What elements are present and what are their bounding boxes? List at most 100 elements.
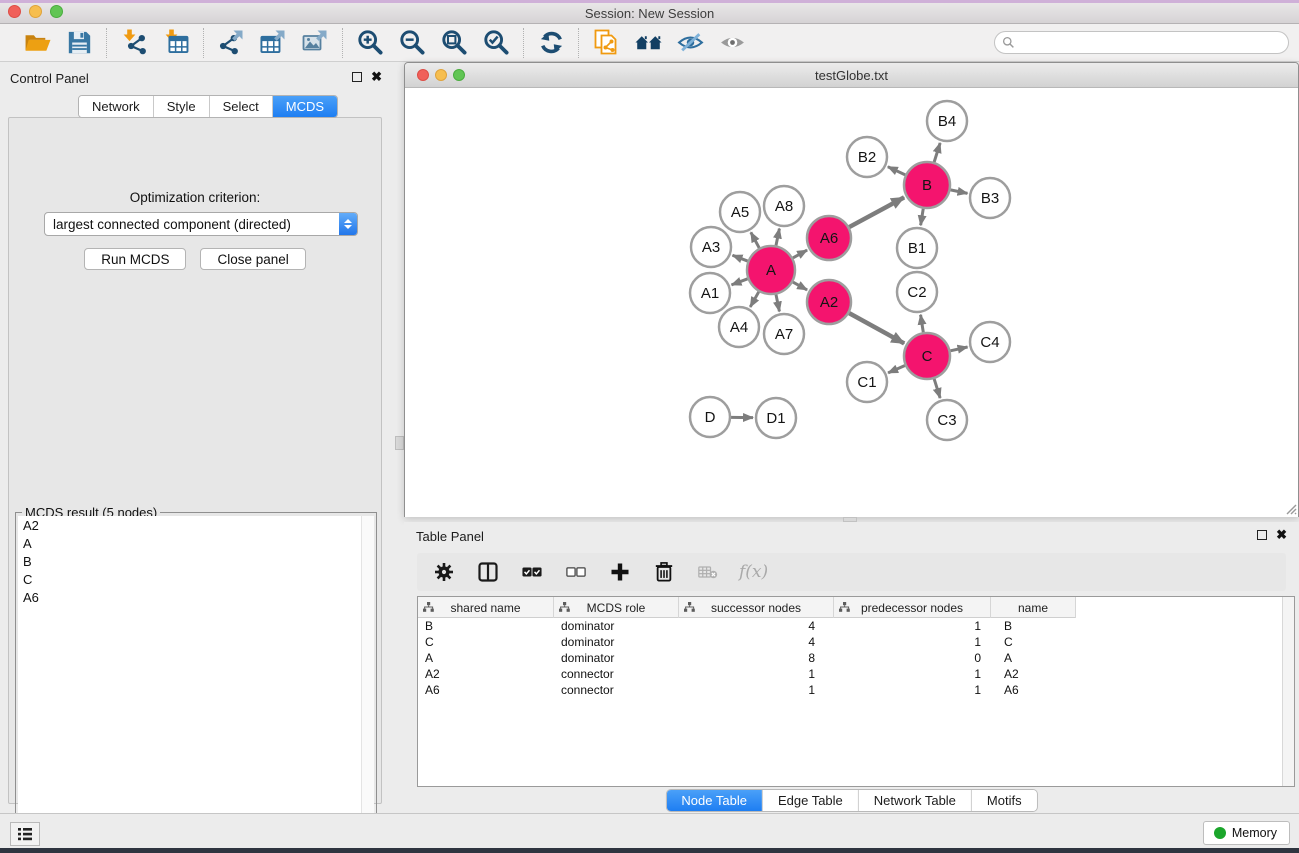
show-eye-button[interactable] (715, 27, 749, 59)
node-label-A1: A1 (701, 285, 719, 302)
table-row[interactable]: A2connector11A2 (418, 666, 1294, 682)
export-table-button[interactable] (256, 27, 290, 59)
mcds-result-item[interactable]: A (18, 534, 374, 552)
import-network-button[interactable] (117, 27, 151, 59)
edge-C-C4[interactable] (950, 347, 967, 351)
table-row[interactable]: Bdominator41B (418, 618, 1294, 634)
export-image-button[interactable] (298, 27, 332, 59)
edge-A-A2[interactable] (793, 282, 807, 290)
columns-button[interactable] (473, 557, 503, 587)
column-header-name[interactable]: name (991, 597, 1076, 618)
deselect-all-icon (566, 562, 586, 582)
cell-name: C (991, 634, 1076, 650)
close-panel-button[interactable]: Close panel (200, 248, 305, 270)
edge-A-A1[interactable] (732, 279, 748, 285)
add-button[interactable] (605, 557, 635, 587)
hide-eye-button[interactable] (673, 27, 707, 59)
zoom-in-icon (357, 29, 384, 56)
cell-MCDS-role: dominator (554, 618, 679, 634)
table-panel: Table Panel ✖ f(x) shared nameMCDS roles… (404, 522, 1299, 813)
node-label-C: C (922, 348, 933, 365)
edge-B-B2[interactable] (888, 167, 905, 175)
table-float-panel-icon[interactable] (1257, 530, 1267, 540)
float-panel-icon[interactable] (352, 72, 362, 82)
edge-C-C2[interactable] (921, 315, 924, 333)
function-builder-button[interactable]: f(x) (737, 562, 768, 582)
search-field[interactable] (994, 31, 1289, 54)
tab-select[interactable]: Select (210, 96, 273, 117)
resize-grip-icon[interactable] (1283, 501, 1297, 515)
criterion-select[interactable]: largest connected component (directed) (44, 212, 358, 236)
save-session-button[interactable] (62, 27, 96, 59)
edge-A-A5[interactable] (751, 232, 759, 248)
tab-node-table[interactable]: Node Table (666, 790, 763, 811)
cell-predecessor-nodes: 1 (834, 682, 991, 698)
zoom-selected-icon (483, 29, 510, 56)
edge-A-A7[interactable] (776, 294, 779, 311)
zoom-out-button[interactable] (395, 27, 429, 59)
mcds-result-item[interactable]: B (18, 552, 374, 570)
hide-eye-icon (677, 29, 704, 56)
zoom-selected-button[interactable] (479, 27, 513, 59)
import-table-button[interactable] (159, 27, 193, 59)
zoom-fit-button[interactable] (437, 27, 471, 59)
tab-network[interactable]: Network (79, 96, 154, 117)
column-header-successor-nodes[interactable]: successor nodes (679, 597, 834, 618)
open-session-icon (24, 29, 51, 56)
tab-network-table[interactable]: Network Table (859, 790, 972, 811)
column-header-MCDS-role[interactable]: MCDS role (554, 597, 679, 618)
edge-B-B4[interactable] (934, 143, 940, 162)
edge-A-A4[interactable] (750, 292, 759, 307)
table-row[interactable]: Cdominator41C (418, 634, 1294, 650)
refresh-button[interactable] (534, 27, 568, 59)
settings-icon (434, 562, 454, 582)
edge-A-A3[interactable] (732, 255, 747, 261)
network-window-titlebar[interactable]: testGlobe.txt (405, 63, 1298, 88)
tab-edge-table[interactable]: Edge Table (763, 790, 859, 811)
edge-A6-B[interactable] (849, 197, 904, 227)
edge-A-A6[interactable] (793, 250, 807, 258)
tab-motifs[interactable]: Motifs (972, 790, 1037, 811)
tab-style[interactable]: Style (154, 96, 210, 117)
edge-B-B1[interactable] (921, 209, 924, 226)
table-row[interactable]: A6connector11A6 (418, 682, 1294, 698)
cell-name: B (991, 618, 1076, 634)
result-scrollbar[interactable] (361, 516, 374, 847)
close-panel-icon[interactable]: ✖ (371, 71, 382, 82)
new-network-from-selection-button[interactable] (589, 27, 623, 59)
edge-A-A8[interactable] (776, 229, 779, 246)
column-header-predecessor-nodes[interactable]: predecessor nodes (834, 597, 991, 618)
settings-button[interactable] (429, 557, 459, 587)
deselect-all-button[interactable] (561, 557, 591, 587)
edge-B-B3[interactable] (951, 190, 968, 194)
memory-button[interactable]: Memory (1203, 821, 1290, 845)
mcds-result-item[interactable]: A2 (18, 516, 374, 534)
zoom-in-button[interactable] (353, 27, 387, 59)
table-close-panel-icon[interactable]: ✖ (1276, 529, 1287, 540)
search-input[interactable] (1015, 33, 1288, 52)
graph-canvas[interactable]: B4B2BB3A8A5A6A3B1AC2A1A2A4A7C4CC1DD1C3 (405, 88, 1298, 517)
vertical-split-handle[interactable] (395, 436, 404, 450)
memory-label: Memory (1232, 826, 1277, 840)
homes-button[interactable] (631, 27, 665, 59)
edge-A2-C[interactable] (849, 313, 904, 343)
search-icon (1002, 36, 1015, 49)
edge-C-C1[interactable] (888, 366, 905, 373)
mcds-result-item[interactable]: A6 (18, 588, 374, 606)
network-window-title: testGlobe.txt (405, 68, 1298, 83)
table-scrollbar[interactable] (1282, 597, 1294, 786)
select-all-button[interactable] (517, 557, 547, 587)
run-mcds-button[interactable]: Run MCDS (84, 248, 186, 270)
table-panel-title: Table Panel (416, 529, 484, 544)
export-network-button[interactable] (214, 27, 248, 59)
column-header-shared-name[interactable]: shared name (418, 597, 554, 618)
tab-mcds[interactable]: MCDS (273, 96, 337, 117)
open-session-button[interactable] (20, 27, 54, 59)
cell-predecessor-nodes: 1 (834, 666, 991, 682)
delete-button[interactable] (649, 557, 679, 587)
delete-table-button[interactable] (693, 557, 723, 587)
table-row[interactable]: Adominator80A (418, 650, 1294, 666)
edge-C-C3[interactable] (934, 379, 940, 398)
mcds-result-item[interactable]: C (18, 570, 374, 588)
show-panels-button[interactable] (10, 822, 40, 846)
